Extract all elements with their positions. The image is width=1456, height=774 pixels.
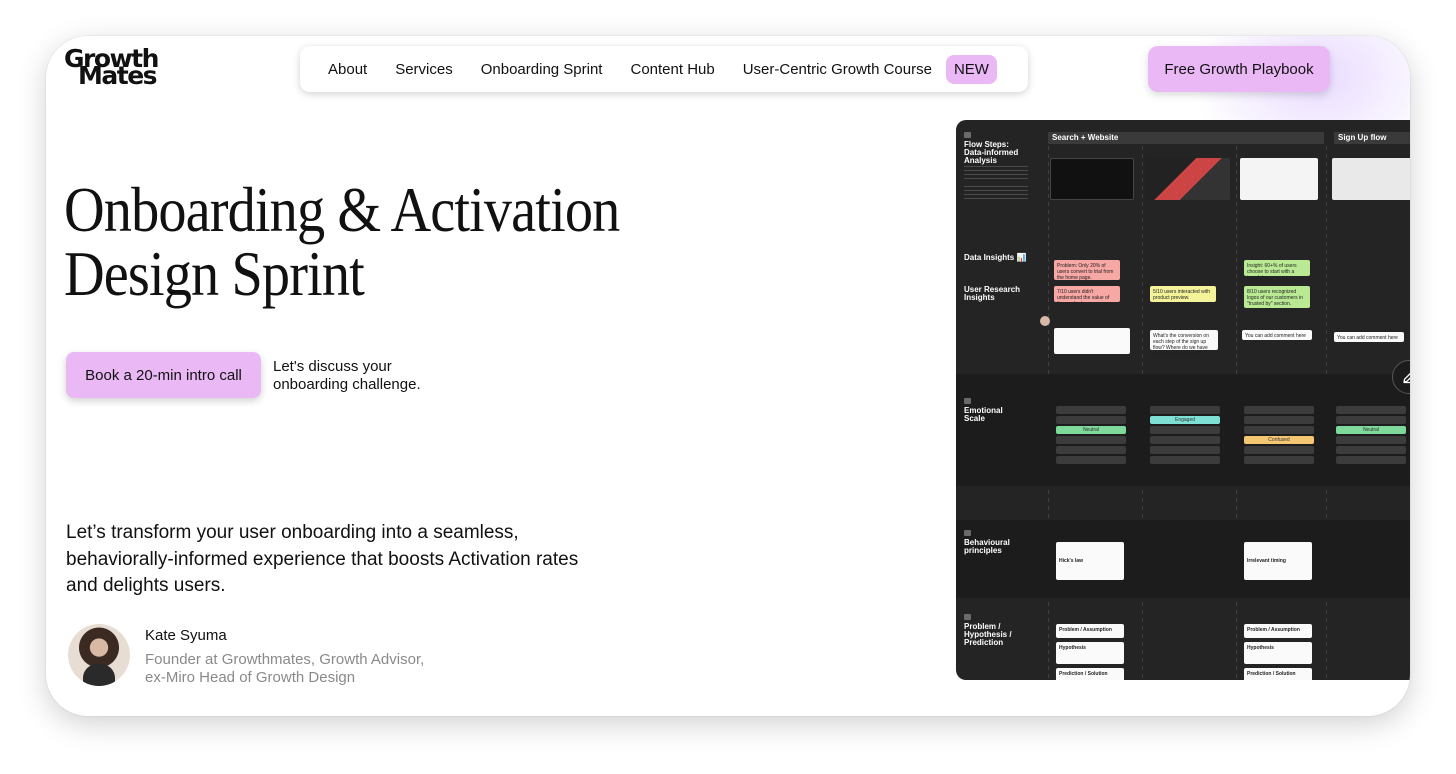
screen-thumbnail — [1240, 158, 1318, 200]
emotion-bar — [1244, 426, 1314, 434]
emotion-bar — [1150, 406, 1220, 414]
comment-card — [1054, 328, 1130, 354]
column-search-website: Search + Website — [1048, 132, 1324, 144]
sticky-5-users: 5/10 users interacted with product previ… — [1150, 286, 1216, 302]
new-badge: NEW — [945, 54, 997, 84]
book-call-note: Let's discuss your onboarding challenge. — [273, 358, 421, 393]
principle-card: Hick's law — [1056, 542, 1124, 580]
emotion-bar — [1336, 436, 1406, 444]
main-nav: About Services Onboarding Sprint Content… — [300, 46, 1028, 92]
hypothesis-card: Problem / Assumption — [1056, 624, 1124, 638]
author-role: Founder at Growthmates, Growth Advisor, … — [145, 651, 425, 686]
emotion-scale-column: Neutral — [1336, 406, 1406, 466]
emotion-bar — [1244, 416, 1314, 424]
title-line-2: Design Sprint — [64, 238, 365, 309]
principles-band — [956, 520, 1410, 598]
comment-prompt: You can add comment here — [1334, 332, 1404, 342]
screen-thumbnail — [1332, 158, 1410, 200]
row-number — [964, 132, 971, 138]
emotion-bar — [1244, 406, 1314, 414]
sticky-insight: Insight: 60+% of users choose to start w… — [1244, 260, 1310, 281]
free-playbook-button[interactable]: Free Growth Playbook — [1148, 46, 1330, 92]
nav-growth-course[interactable]: User-Centric Growth Course — [743, 61, 932, 78]
emotion-bar — [1336, 456, 1406, 464]
emotion-scale-column: Engaged — [1150, 406, 1220, 466]
nav-content-hub[interactable]: Content Hub — [630, 61, 714, 78]
emotion-bar — [1056, 436, 1126, 444]
hypothesis-card: Prediction / Solution — [1244, 668, 1312, 680]
screen-thumbnail — [1146, 158, 1230, 200]
page-title: Onboarding & Activation Design Sprint — [64, 174, 620, 309]
sticky-7-users: 7/10 users didn't understand the value o… — [1054, 286, 1120, 307]
nav-onboarding-sprint[interactable]: Onboarding Sprint — [481, 61, 603, 78]
row-behavioural-principles-title: Behavioural principles — [964, 538, 1010, 555]
emotion-bar — [1244, 456, 1314, 464]
hero-description: Let’s transform your user onboarding int… — [66, 522, 579, 596]
emotion-scale-column: Neutral — [1056, 406, 1126, 466]
emotion-bar-active: Engaged — [1150, 416, 1220, 424]
row-problem-hypothesis-title: Problem / Hypothesis / Prediction — [964, 622, 1012, 647]
row-user-research: User Research Insights — [964, 285, 1021, 302]
emotion-bar — [1056, 406, 1126, 414]
emotion-bar — [1056, 456, 1126, 464]
nav-services[interactable]: Services — [395, 61, 453, 78]
question-card: What's the conversion on each step of th… — [1150, 330, 1218, 357]
commenter-avatar — [1040, 316, 1050, 326]
row-data-insights: Data Insights 📊 — [964, 253, 1027, 262]
emotion-bar — [1056, 416, 1126, 424]
hypothesis-card: Hypothesis — [1244, 642, 1312, 664]
column-sign-up-flow: Sign Up flow — [1334, 132, 1410, 144]
row-emotional-scale: Emotional Scale — [964, 398, 1024, 423]
sticky-problem: Problem: Only 20% of users convert to tr… — [1054, 260, 1120, 281]
emotion-bar-active: Confused — [1244, 436, 1314, 444]
row-number — [964, 530, 971, 536]
row-number — [964, 398, 971, 404]
row-description — [964, 166, 1028, 180]
emotion-bar — [1336, 446, 1406, 454]
hypothesis-card: Problem / Assumption — [1244, 624, 1312, 638]
row-behavioural-principles: Behavioural principles — [964, 530, 1024, 555]
row-description — [964, 186, 1028, 200]
page-frame: Growth Mates About Services Onboarding S… — [46, 36, 1410, 716]
logo-line-2: Mates — [78, 61, 158, 90]
author-avatar — [68, 624, 130, 686]
book-intro-call-button[interactable]: Book a 20-min intro call — [66, 352, 261, 398]
row-problem-hypothesis: Problem / Hypothesis / Prediction — [964, 614, 1024, 647]
nav-about[interactable]: About — [328, 61, 367, 78]
sticky-8-users: 8/10 users recognized logos of our custo… — [1244, 286, 1310, 308]
hypothesis-card: Prediction / Solution — [1056, 668, 1124, 680]
emotion-bar — [1336, 416, 1406, 424]
row-emotional-scale-title: Emotional Scale — [964, 406, 1003, 423]
title-line-1: Onboarding & Activation — [64, 174, 620, 245]
author-name: Kate Syuma — [145, 627, 227, 644]
emotion-bar — [1244, 446, 1314, 454]
emotion-bar — [1150, 456, 1220, 464]
hypothesis-card: Hypothesis — [1056, 642, 1124, 664]
pencil-icon — [1403, 372, 1410, 384]
emotion-bar-active: Neutral — [1056, 426, 1126, 434]
emotion-scale-column: Confused — [1244, 406, 1314, 466]
screen-thumbnail — [1050, 158, 1134, 200]
row-flow-steps-title: Flow Steps: Data-informed Analysis — [964, 140, 1019, 165]
principle-card: Irrelevant timing — [1244, 542, 1312, 580]
comment-prompt: You can add comment here — [1242, 330, 1312, 340]
emotion-bar — [1056, 446, 1126, 454]
emotion-bar — [1150, 436, 1220, 444]
emotion-bar — [1150, 426, 1220, 434]
row-flow-steps: Flow Steps: Data-informed Analysis — [964, 132, 1024, 165]
emotion-bar — [1150, 446, 1220, 454]
emotion-bar-active: Neutral — [1336, 426, 1406, 434]
sprint-board-preview: Search + Website Sign Up flow Flow Steps… — [956, 120, 1410, 680]
row-number — [964, 614, 971, 620]
emotion-bar — [1336, 406, 1406, 414]
growthmates-logo[interactable]: Growth Mates — [64, 46, 159, 90]
